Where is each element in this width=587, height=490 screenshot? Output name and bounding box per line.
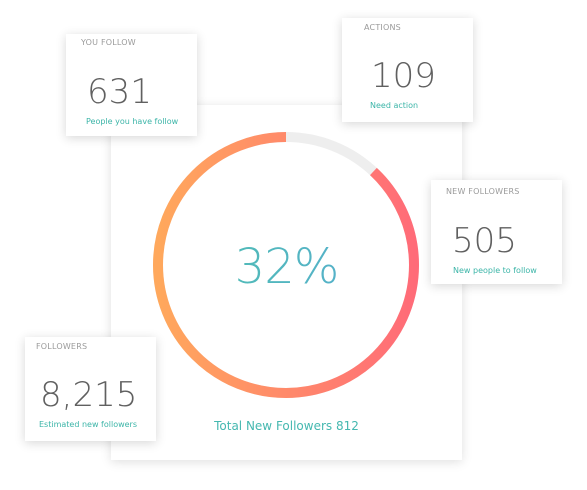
card-subtitle: Estimated new followers [39, 420, 138, 429]
card-label: FOLLOWERS [36, 342, 88, 351]
followers-card[interactable]: FOLLOWERS 8,215 Estimated new followers [25, 337, 156, 441]
card-label: YOU FOLLOW [81, 38, 136, 47]
dashboard-stage: 32% Total New Followers 812 YOU FOLLOW 6… [0, 0, 587, 490]
card-value: 109 [371, 56, 436, 96]
card-value: 8,215 [40, 375, 138, 415]
card-label: NEW FOLLOWERS [446, 187, 520, 196]
you-follow-card[interactable]: YOU FOLLOW 631 People you have follow [66, 34, 197, 136]
card-value: 631 [87, 72, 152, 112]
card-subtitle: People you have follow [86, 117, 179, 126]
progress-percent: 32% [111, 239, 462, 295]
new-followers-card[interactable]: NEW FOLLOWERS 505 New people to follow [431, 180, 562, 284]
progress-card: 32% Total New Followers 812 [111, 105, 462, 460]
card-subtitle: Need action [370, 101, 419, 110]
card-label: ACTIONS [364, 23, 401, 32]
card-value: 505 [452, 221, 517, 261]
total-new-followers-label: Total New Followers 812 [214, 419, 359, 433]
actions-card[interactable]: ACTIONS 109 Need action [342, 18, 473, 122]
card-subtitle: New people to follow [453, 266, 537, 275]
